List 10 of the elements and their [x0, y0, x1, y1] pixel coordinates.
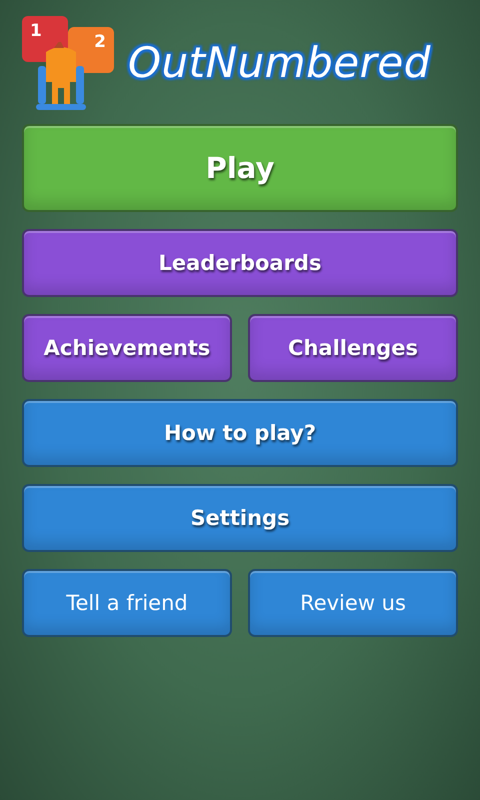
creature-icon: [34, 42, 88, 110]
menu-button[interactable]: Challenges: [248, 314, 458, 382]
menu-button[interactable]: Settings: [22, 484, 458, 552]
menu-button[interactable]: How to play?: [22, 399, 458, 467]
game-title: OutNumbered: [128, 38, 431, 86]
menu-button[interactable]: Leaderboards: [22, 229, 458, 297]
menu-button[interactable]: Review us: [248, 569, 458, 637]
menu-button[interactable]: Play: [22, 124, 458, 212]
menu-button[interactable]: Achievements: [22, 314, 232, 382]
menu-button[interactable]: Tell a friend: [22, 569, 232, 637]
